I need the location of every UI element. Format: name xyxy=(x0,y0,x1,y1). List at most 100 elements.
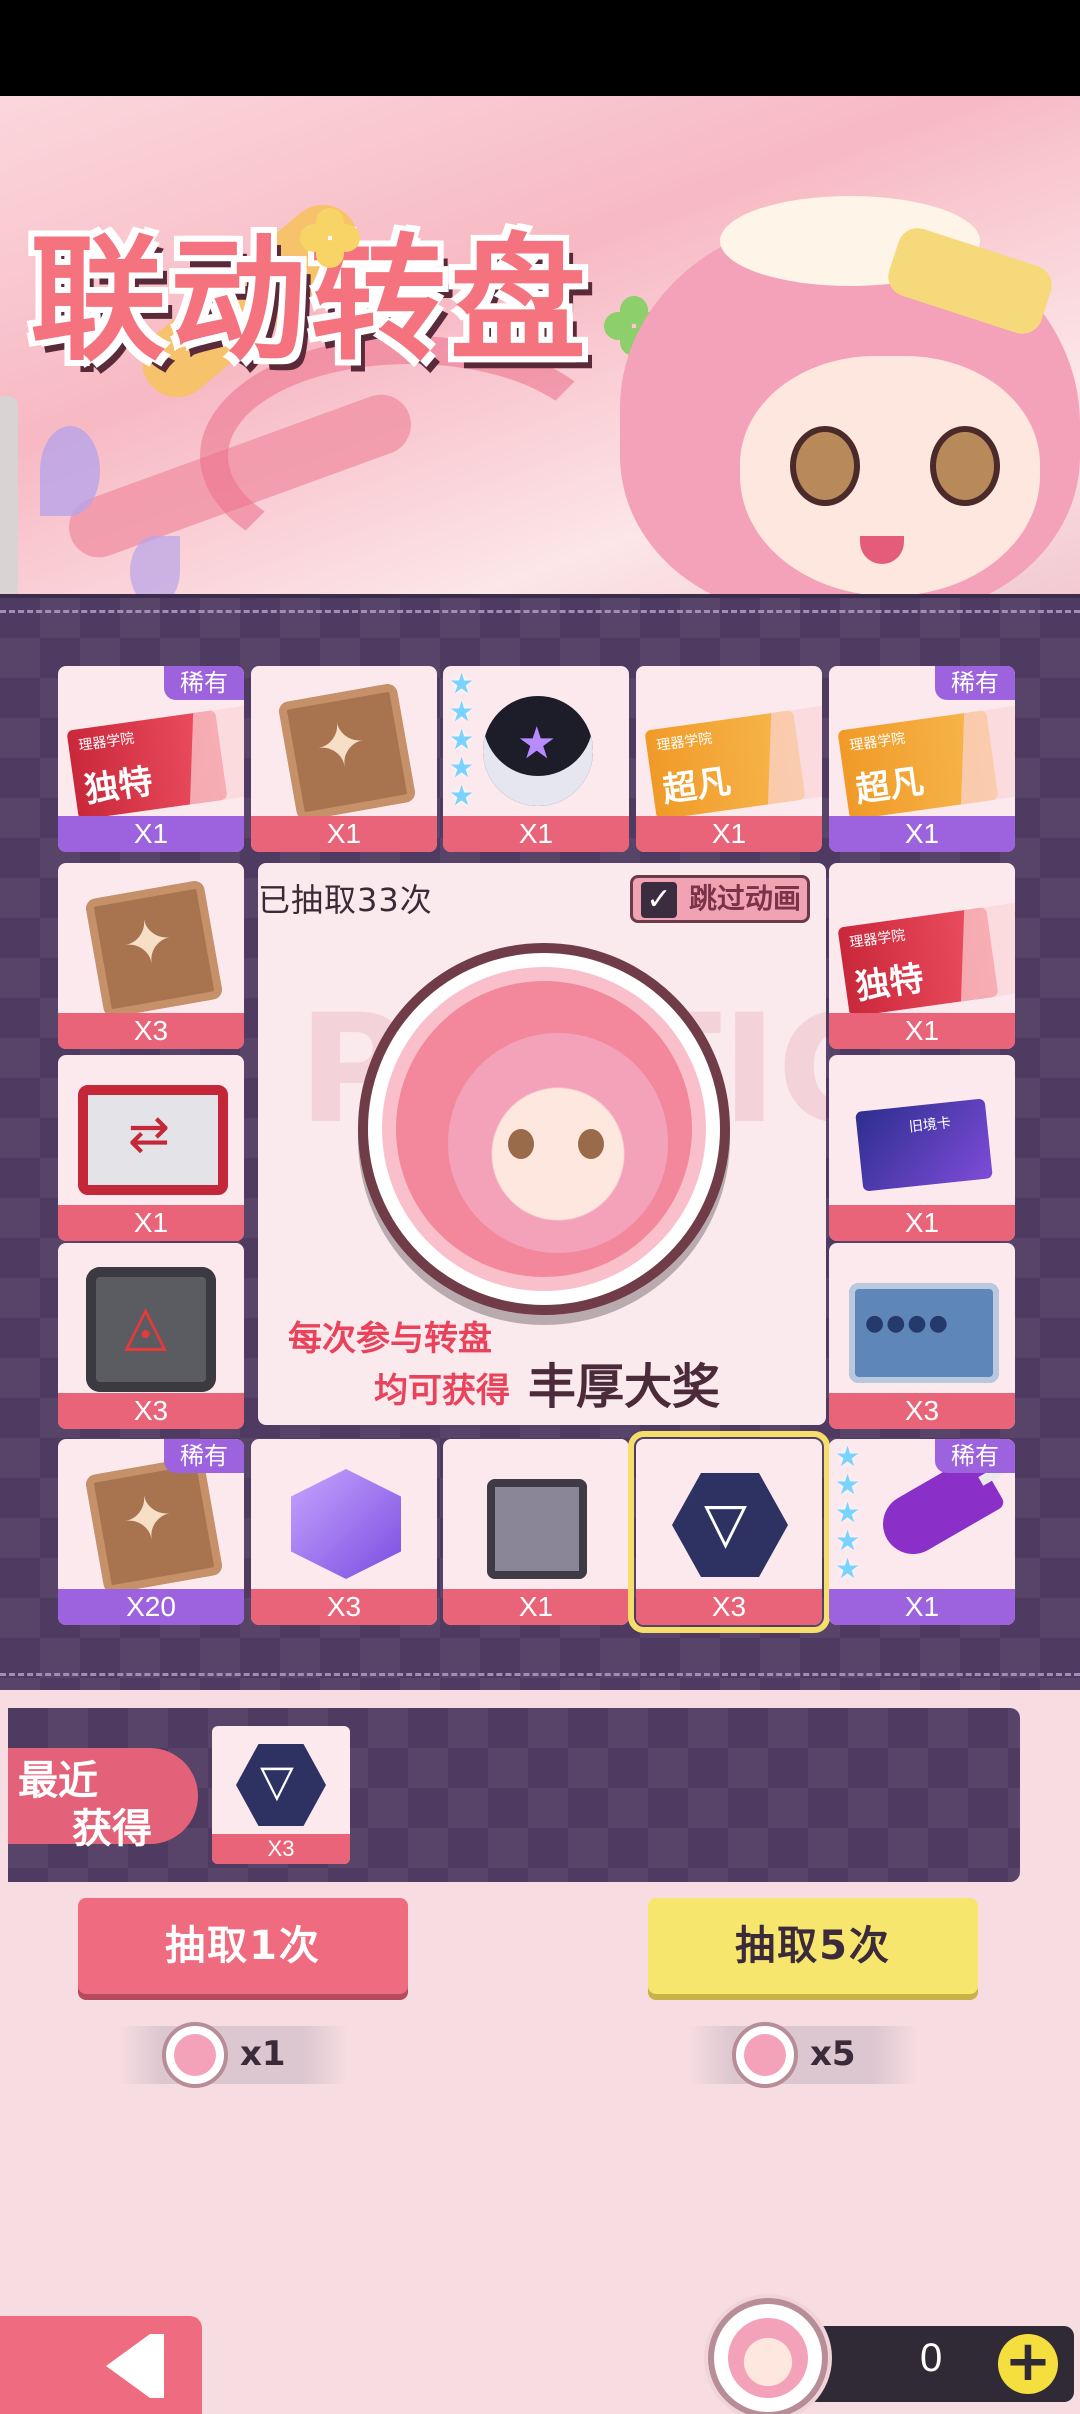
reward-quantity: X1 xyxy=(829,816,1015,852)
leather-pad-icon xyxy=(84,1455,224,1595)
star-icon: ★ xyxy=(835,1468,861,1501)
reward-quantity: X1 xyxy=(829,1589,1015,1625)
star-icon: ★ xyxy=(449,779,475,812)
ticket-icon: 理器学院超凡 xyxy=(837,703,1015,821)
reward-quantity: X1 xyxy=(829,1013,1015,1049)
reward-quantity: X1 xyxy=(251,816,437,852)
cost-amount: x5 xyxy=(810,2034,856,2074)
reward-quantity: X3 xyxy=(636,1589,822,1625)
star-icon: ★ xyxy=(449,667,475,700)
case-icon xyxy=(849,1283,999,1383)
reward-quantity: X3 xyxy=(251,1589,437,1625)
promo-line-1: 每次参与转盘 xyxy=(288,1319,492,1359)
ticket-grade: 独特 xyxy=(82,761,156,811)
emblem-icon xyxy=(236,1744,326,1826)
event-coin-icon xyxy=(358,943,730,1315)
star-rating: ★ ★ ★ ★ ★ xyxy=(449,670,479,810)
event-coin-icon xyxy=(708,2298,828,2414)
leather-pad-icon xyxy=(84,879,224,1019)
ticket-grade: 超凡 xyxy=(853,761,927,811)
star-icon: ★ xyxy=(835,1524,861,1557)
reward-cell[interactable]: X1 xyxy=(443,1439,629,1625)
reward-quantity: X1 xyxy=(443,816,629,852)
ticket-school: 理器学院 xyxy=(848,927,907,952)
reward-cell[interactable]: X1 xyxy=(829,1055,1015,1241)
star-rating: ★ ★ ★ ★ ★ xyxy=(835,1443,865,1583)
reward-cell[interactable]: X1 xyxy=(58,1055,244,1241)
back-arrow-icon xyxy=(106,2334,150,2398)
petal-decoration xyxy=(130,536,180,596)
rare-badge: 稀有 xyxy=(935,666,1015,700)
petal-decoration xyxy=(40,426,100,516)
card-icon xyxy=(855,1098,993,1192)
reward-quantity: X1 xyxy=(443,1589,629,1625)
star-icon: ★ xyxy=(449,723,475,756)
reward-quantity: X1 xyxy=(58,1205,244,1241)
clover-icon xyxy=(300,208,360,268)
ticket-school: 理器学院 xyxy=(848,730,907,755)
reward-cell[interactable]: X3 xyxy=(58,1243,244,1429)
ticket-grade: 独特 xyxy=(853,958,927,1008)
reward-cell[interactable]: ★★★★★X1 xyxy=(443,666,629,852)
reward-cell[interactable]: 理器学院独特 稀有 X1 xyxy=(58,666,244,852)
recent-label-line2: 获得 xyxy=(72,1806,152,1852)
divider xyxy=(0,610,1080,613)
back-bar-icon xyxy=(150,2334,164,2398)
rare-badge: 稀有 xyxy=(164,666,244,700)
reward-quantity: X1 xyxy=(829,1205,1015,1241)
skip-animation-label: 跳过动画 xyxy=(689,882,802,915)
reward-quantity: X3 xyxy=(58,1013,244,1049)
back-button[interactable] xyxy=(0,2316,202,2414)
reward-cell[interactable]: 稀有 ★ ★ ★ ★ ★ X1 xyxy=(829,1439,1015,1625)
recent-reward-item[interactable]: X3 xyxy=(212,1726,350,1864)
machine-icon xyxy=(487,1479,587,1579)
reward-cell[interactable]: 理器学院 独特 X1 xyxy=(829,863,1015,1049)
star-icon: ★ xyxy=(449,751,475,784)
reward-quantity: X3 xyxy=(212,1834,350,1864)
reward-quantity: X20 xyxy=(58,1589,244,1625)
star-icon: ★ xyxy=(449,695,475,728)
star-icon: ★ xyxy=(835,1440,861,1473)
recent-label: 最近 获得 xyxy=(8,1748,198,1852)
ticket-icon: 理器学院 超凡 xyxy=(644,703,822,821)
reward-quantity: X3 xyxy=(58,1393,244,1429)
leather-pad-icon xyxy=(277,682,417,822)
add-coins-button[interactable]: + xyxy=(998,2334,1058,2394)
ticket-grade: 超凡 xyxy=(660,761,734,811)
reward-quantity: X1 xyxy=(636,816,822,852)
promo-highlight: 丰厚大奖 xyxy=(528,1359,721,1415)
draw-1-button[interactable]: 抽取1次 xyxy=(78,1898,408,1994)
rare-badge: 稀有 xyxy=(164,1439,244,1473)
checkmark-icon: ✓ xyxy=(641,882,677,918)
character-avatar xyxy=(448,1033,668,1253)
recent-rewards-panel: 最近 获得 X3 xyxy=(8,1708,1020,1882)
crystal-icon xyxy=(291,1469,401,1579)
emblem-icon xyxy=(672,1473,788,1577)
draw-5-button[interactable]: 抽取5次 xyxy=(648,1898,978,1994)
skip-animation-toggle[interactable]: ✓ 跳过动画 xyxy=(630,875,810,923)
draw-1-cost: x1 xyxy=(118,2022,348,2088)
reward-cell[interactable]: X3 xyxy=(251,1439,437,1625)
reward-cell[interactable]: X3 xyxy=(58,863,244,1049)
status-bar xyxy=(0,0,1080,96)
cube-icon xyxy=(86,1267,216,1392)
supply-box-icon xyxy=(78,1085,228,1195)
reward-cell[interactable]: X1 xyxy=(251,666,437,852)
divider xyxy=(0,1673,1080,1676)
cost-amount: x1 xyxy=(240,2034,286,2074)
reward-cell[interactable]: 理器学院 超凡 稀有 X1 xyxy=(829,666,1015,852)
robot-icon xyxy=(483,696,593,806)
reward-cell[interactable]: X3 xyxy=(829,1243,1015,1429)
promo-line-2: 均可获得 xyxy=(374,1371,510,1411)
star-icon: ★ xyxy=(835,1552,861,1585)
reward-cell[interactable]: X3 xyxy=(628,1431,830,1633)
ticket-icon: 理器学院独特 xyxy=(837,900,1015,1018)
character-portrait xyxy=(560,156,1080,596)
draw-count: 已抽取33次 xyxy=(258,881,433,919)
reward-quantity: X1 xyxy=(58,816,244,852)
side-handle[interactable] xyxy=(0,396,18,596)
reward-cell[interactable]: 理器学院 超凡 X1 xyxy=(636,666,822,852)
ticket-school: 理器学院 xyxy=(77,730,136,755)
event-banner: 联动转盘 xyxy=(0,96,1080,596)
reward-cell[interactable]: 稀有 X20 xyxy=(58,1439,244,1625)
